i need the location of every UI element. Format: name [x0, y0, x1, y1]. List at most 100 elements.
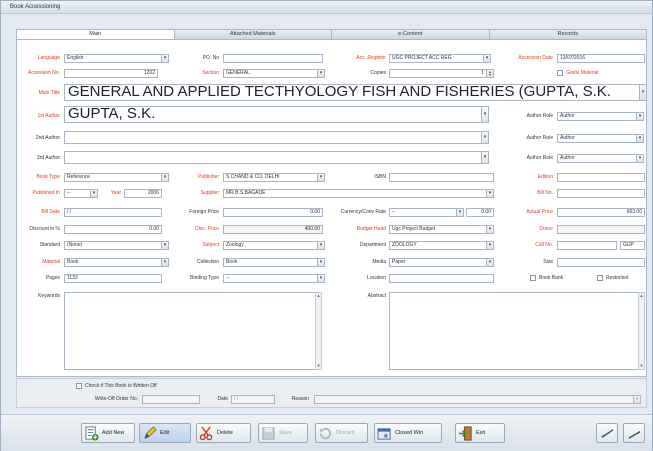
author-role1-label: Author Role	[526, 113, 553, 119]
book-accessioning-window: Book Accessioning Main Attached Material…	[0, 0, 653, 451]
call-no-field[interactable]	[557, 241, 617, 250]
scroll-down-icon[interactable]: ▼	[316, 363, 321, 369]
discard-icon	[319, 427, 332, 440]
acc-register-field[interactable]: UGC PROJECT ACC REG	[389, 54, 484, 63]
bill-no-field[interactable]	[557, 189, 645, 198]
keywords-scrollbar[interactable]: ▲ ▼	[315, 292, 322, 370]
edit-button[interactable]: Edit	[139, 423, 191, 443]
book-bank-checkbox[interactable]	[530, 275, 536, 281]
author-role2-label: Author Role	[526, 135, 553, 141]
save-label: Save	[279, 430, 292, 436]
copies-field[interactable]: 1	[389, 69, 487, 78]
discard-button[interactable]: Discard	[315, 423, 368, 443]
published-in-field[interactable]: --	[64, 189, 91, 198]
budget-head-field[interactable]: Ugc Project Budget	[389, 225, 487, 234]
foreign-price-label: Foreign Price	[189, 209, 219, 215]
scroll-down-icon[interactable]: ▼	[639, 363, 644, 369]
media-field[interactable]: Paper	[389, 258, 487, 267]
po-no-label: PO. No	[202, 55, 219, 61]
currency-field[interactable]: --	[389, 208, 457, 217]
binding-type-field[interactable]: --	[223, 274, 318, 283]
gratis-material-label: Gratis Material	[566, 70, 599, 76]
author-role1-dropdown-icon[interactable]: ▾	[636, 112, 644, 121]
main-title-label: Main Title	[38, 90, 60, 96]
save-button[interactable]: Save	[258, 423, 308, 443]
department-field[interactable]: ZOOLOGY	[389, 241, 487, 250]
disc-price-field[interactable]: 400.00	[223, 225, 323, 234]
write-off-date-label: Date	[217, 396, 228, 402]
standard-field[interactable]: (None)	[64, 241, 162, 250]
keywords-label: Keywords	[38, 293, 60, 299]
abstract-scrollbar[interactable]: ▲ ▼	[638, 292, 645, 370]
bill-date-field[interactable]: / /	[64, 208, 162, 217]
delete-scissors-icon	[199, 426, 213, 441]
main-title-field[interactable]: GENERAL AND APPLIED TECTHYOLOGY FISH AND…	[64, 84, 640, 101]
pages-label: Pages	[45, 275, 60, 281]
department-label: Department	[359, 242, 386, 248]
keywords-textarea[interactable]	[64, 292, 316, 370]
isbn-field[interactable]	[389, 173, 494, 182]
abstract-textarea[interactable]	[389, 292, 639, 370]
edition-field[interactable]	[557, 173, 645, 182]
po-no-field[interactable]	[223, 54, 323, 63]
published-in-dropdown-icon[interactable]: ▾	[90, 189, 98, 198]
gratis-material-checkbox[interactable]	[557, 70, 563, 76]
restricted-checkbox[interactable]	[597, 275, 603, 281]
section-field[interactable]: GENERAL	[223, 69, 318, 78]
language-field[interactable]: English	[64, 54, 162, 63]
supplier-field[interactable]: MR.B.S.BAGADE	[223, 189, 487, 198]
next-record-button[interactable]	[623, 423, 645, 443]
accession-no-label: Accession No.	[28, 70, 60, 76]
closed-win-button[interactable]: Closed Win	[374, 423, 442, 443]
actual-price-field[interactable]: 663.00	[557, 208, 645, 217]
author-role2-dropdown-icon[interactable]: ▾	[636, 134, 644, 143]
write-off-date-field[interactable]: / /	[231, 395, 275, 404]
accession-date-field[interactable]: 13/07/2016	[557, 54, 645, 63]
write-off-reason-field[interactable]	[314, 395, 634, 404]
call-no-suffix-field[interactable]: GUP	[620, 241, 645, 250]
main-title-dropdown-icon[interactable]: ▾	[639, 84, 647, 101]
discount-field[interactable]: 0.00	[64, 225, 162, 234]
author-role1-field[interactable]: Author	[557, 112, 637, 121]
second-author-field[interactable]	[64, 131, 482, 144]
prev-record-button[interactable]	[596, 423, 618, 443]
main-panel: Language English ▾ PO. No Acc. Register …	[16, 39, 647, 377]
call-no-label: Call No.	[535, 242, 553, 248]
edit-pencil-icon	[144, 426, 157, 439]
year-field[interactable]: 2006	[124, 189, 162, 198]
publisher-field[interactable]: S.CHAND & CO. DELHI	[223, 173, 318, 182]
location-field[interactable]	[389, 274, 494, 283]
size-field[interactable]	[557, 258, 645, 267]
write-off-reason-dropdown-icon[interactable]: ▾	[633, 395, 641, 404]
author-role3-field[interactable]: Author	[557, 154, 637, 163]
currency-dropdown-icon[interactable]: ▾	[456, 208, 464, 217]
bill-no-label: Bill No.	[537, 190, 553, 196]
third-author-field[interactable]	[64, 151, 482, 164]
collection-field[interactable]: Book	[223, 258, 318, 267]
written-off-checkbox[interactable]	[76, 383, 82, 389]
write-off-no-field[interactable]	[142, 395, 200, 404]
exit-button[interactable]: Exit	[455, 423, 505, 443]
year-label: Year	[110, 190, 121, 196]
foreign-price-field[interactable]: 0.00	[223, 208, 323, 217]
edit-label: Edit	[160, 430, 170, 436]
standard-label: Standard	[39, 242, 60, 248]
pages-field[interactable]: 1133	[64, 274, 162, 283]
scroll-up-icon[interactable]: ▲	[639, 293, 644, 299]
accession-no-field[interactable]: 1202	[64, 69, 158, 78]
write-off-reason-label: Reason	[291, 396, 309, 402]
window-title: Book Accessioning	[1, 1, 652, 14]
closed-win-label: Closed Win	[395, 430, 424, 436]
subject-field[interactable]: Zoology	[223, 241, 318, 250]
currency-conv-rate-label: Currency/Conv Rate	[340, 209, 386, 215]
publisher-dropdown-icon[interactable]: ▾	[317, 173, 325, 182]
copies-spinner-icon[interactable]: ▴ ▾	[486, 69, 494, 78]
book-type-field[interactable]: Reference	[64, 173, 162, 182]
author-role2-field[interactable]: Author	[557, 134, 637, 143]
material-field[interactable]: Book	[64, 258, 162, 267]
delete-button[interactable]: Delete	[196, 423, 251, 443]
author-role3-dropdown-icon[interactable]: ▾	[636, 154, 644, 163]
first-author-field[interactable]: GUPTA, S.K.	[64, 106, 482, 123]
add-new-button[interactable]: Add New	[81, 423, 135, 443]
donor-field[interactable]	[557, 225, 645, 234]
